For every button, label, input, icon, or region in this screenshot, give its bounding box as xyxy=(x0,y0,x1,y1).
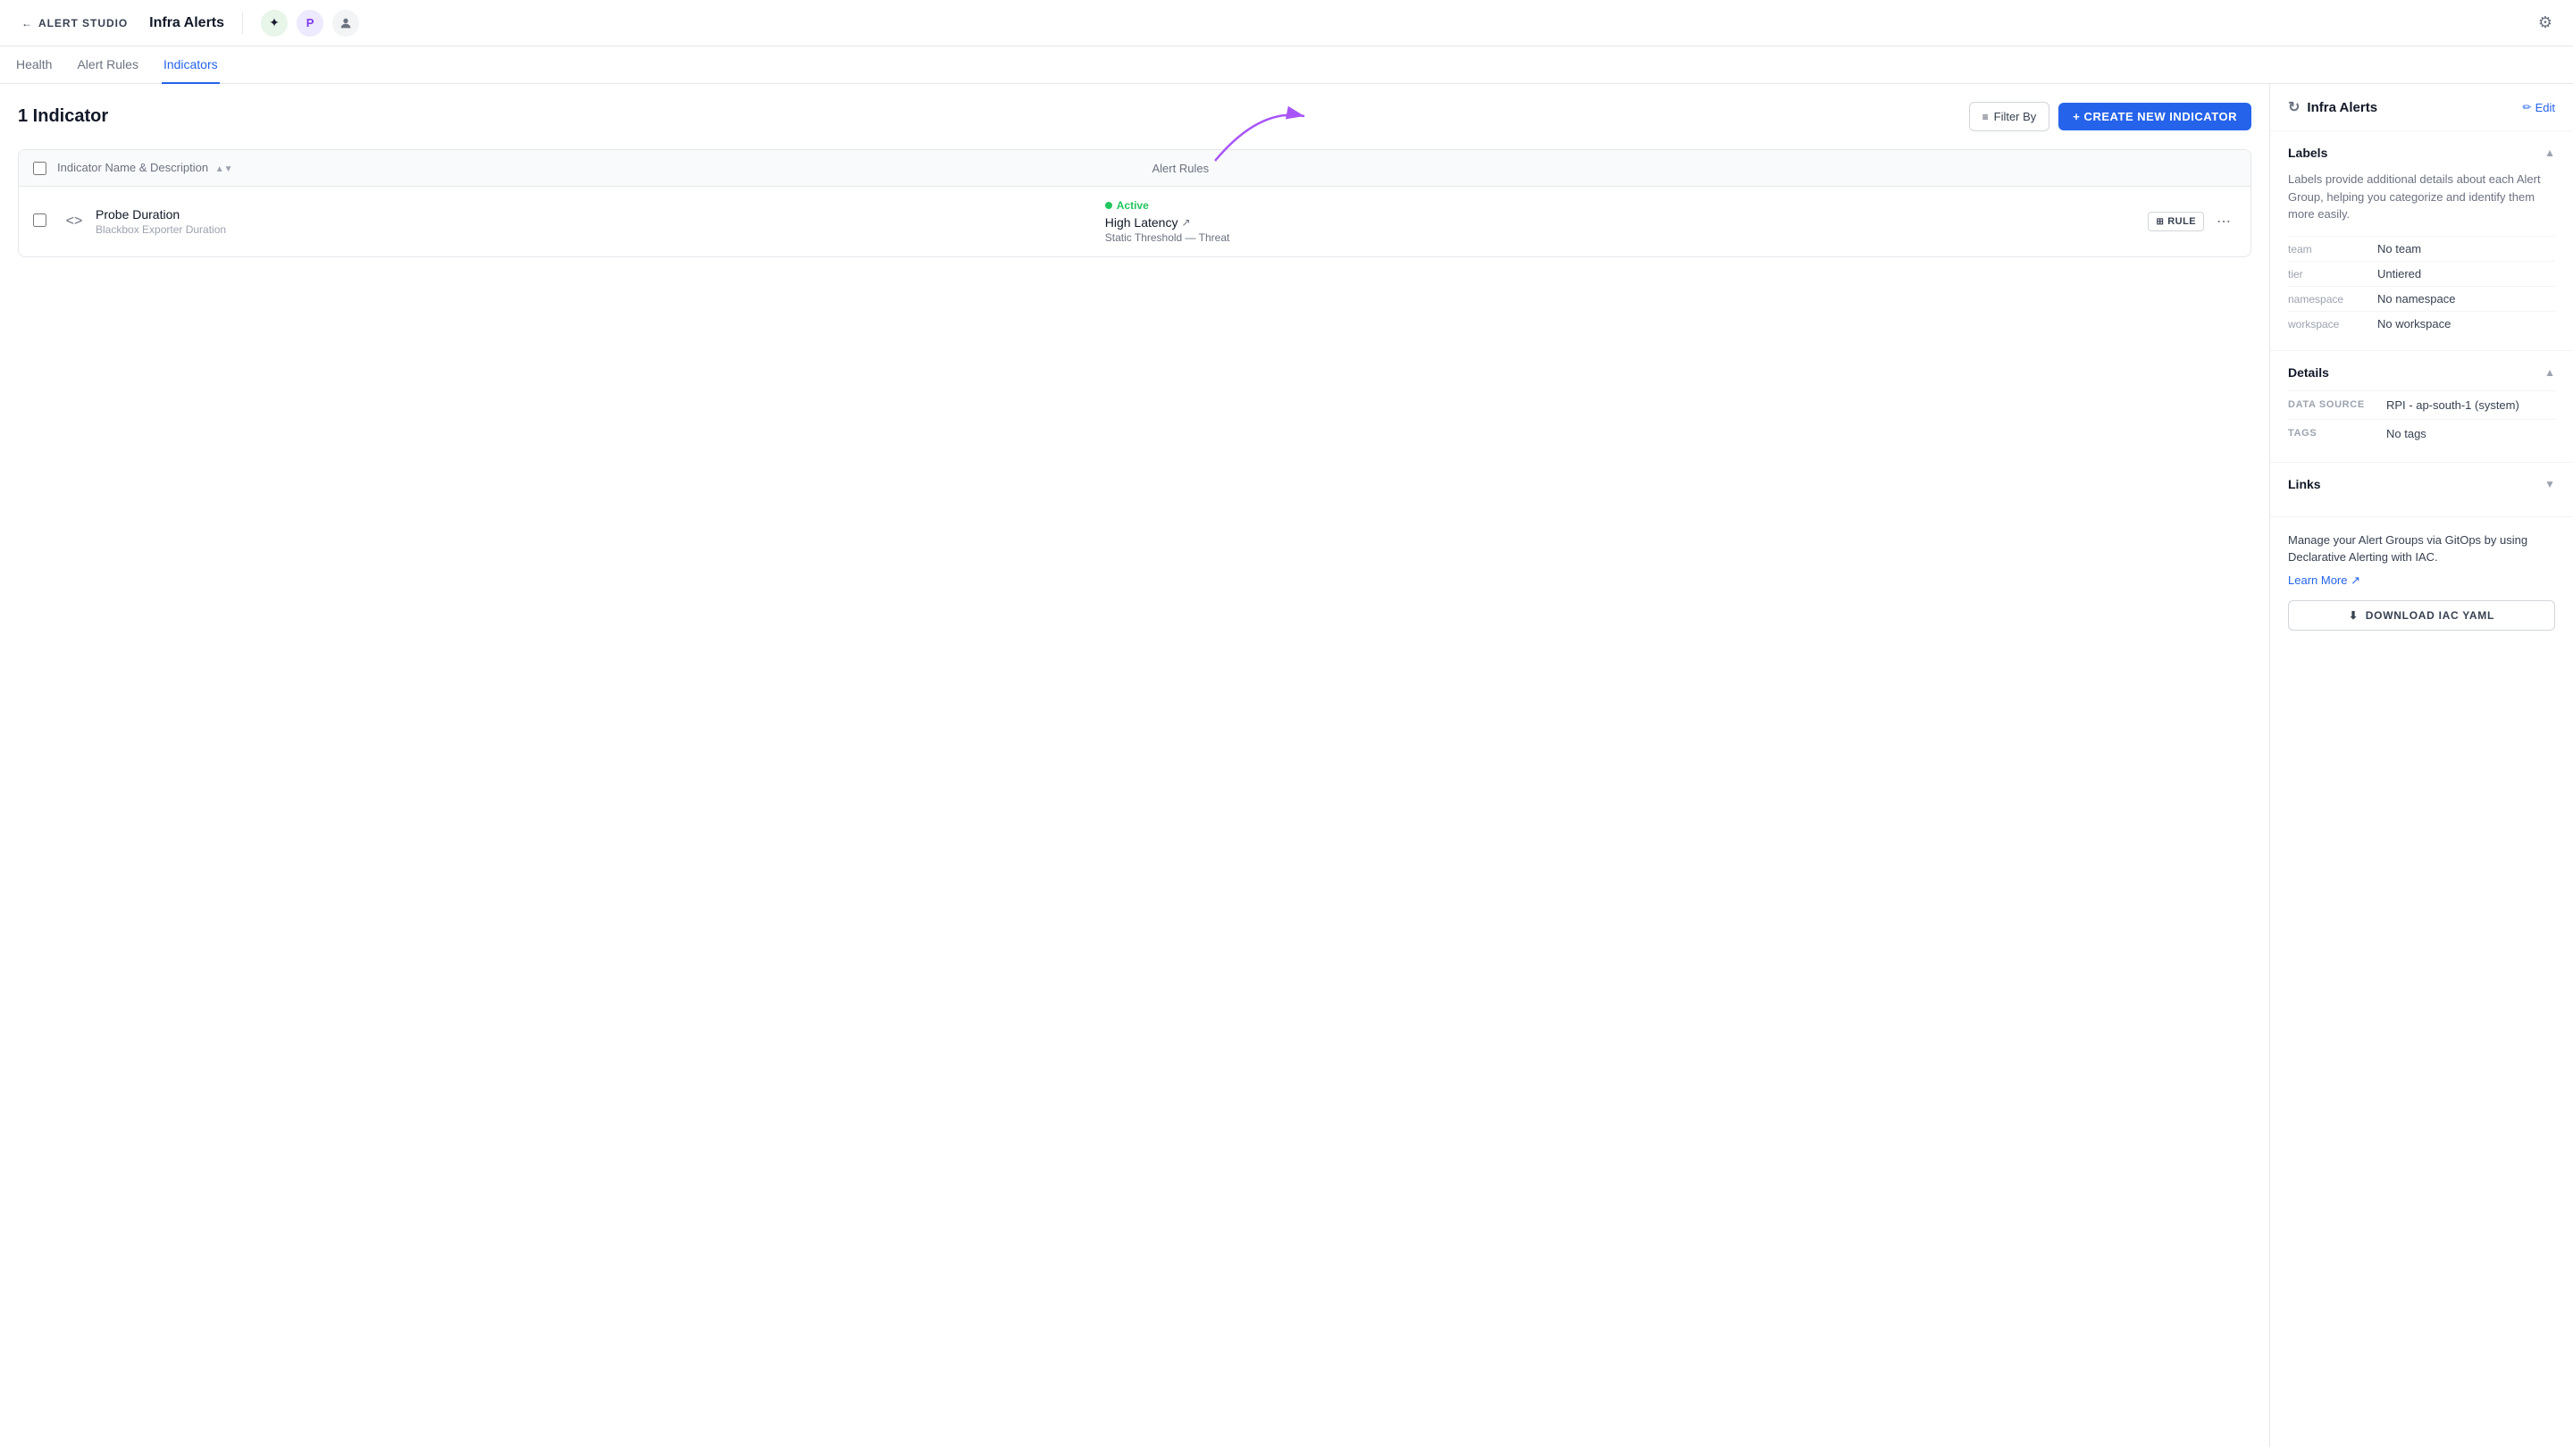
create-label: + CREATE NEW INDICATOR xyxy=(2073,110,2237,123)
label-workspace-val: No workspace xyxy=(2377,317,2555,331)
back-arrow-icon: ← xyxy=(21,17,33,29)
label-namespace-key: namespace xyxy=(2288,292,2377,305)
slack-icon[interactable]: ✦ xyxy=(261,10,288,37)
indicator-code-icon: <> xyxy=(62,209,87,234)
status-text: Active xyxy=(1117,199,1149,212)
details-section: Details ▲ DATA SOURCE RPI - ap-south-1 (… xyxy=(2270,351,2573,463)
panel-header: ↻ Infra Alerts ✏ Edit xyxy=(2270,84,2573,131)
edit-label: Edit xyxy=(2535,101,2555,114)
rule-status: Active xyxy=(1105,199,2138,212)
rule-badge[interactable]: ⊞ RULE xyxy=(2148,212,2204,231)
pagerduty-icon[interactable]: P xyxy=(297,10,323,37)
back-button[interactable]: ← ALERT STUDIO xyxy=(14,13,135,33)
details-section-header: Details ▲ xyxy=(2288,365,2555,380)
select-all-checkbox-area[interactable] xyxy=(33,162,46,175)
label-workspace-key: workspace xyxy=(2288,317,2377,331)
cycle-icon: ↻ xyxy=(2288,98,2300,116)
main-layout: 1 Indicator ≡ Filter By + CREATE NEW IND… xyxy=(0,84,2573,1447)
label-namespace-val: No namespace xyxy=(2377,292,2555,305)
row-checkbox[interactable] xyxy=(33,213,46,227)
filter-label: Filter By xyxy=(1994,110,2037,123)
indicator-description: Blackbox Exporter Duration xyxy=(96,223,1094,236)
labels-title: Labels xyxy=(2288,146,2327,160)
learn-more-label: Learn More ↗ xyxy=(2288,573,2360,588)
labels-section-header: Labels ▲ xyxy=(2288,146,2555,160)
external-link-icon: ↗ xyxy=(1181,216,1190,229)
integration-icons: ✦ P xyxy=(261,10,359,37)
download-label: DOWNLOAD IAC YAML xyxy=(2366,609,2494,622)
table-header: Indicator Name & Description ▲▼ Alert Ru… xyxy=(19,150,2250,187)
top-bar: ← ALERT STUDIO Infra Alerts ✦ P ⚙ xyxy=(0,0,2573,46)
label-team-row: team No team xyxy=(2288,236,2555,261)
main-content: 1 Indicator ≡ Filter By + CREATE NEW IND… xyxy=(0,84,2269,1447)
learn-more-link[interactable]: Learn More ↗ xyxy=(2288,573,2555,588)
links-title: Links xyxy=(2288,477,2321,491)
indicator-cell: <> Probe Duration Blackbox Exporter Dura… xyxy=(62,207,1094,236)
right-panel: ↻ Infra Alerts ✏ Edit Labels ▲ Labels pr… xyxy=(2269,84,2573,1447)
details-title: Details xyxy=(2288,365,2329,380)
indicators-table: Indicator Name & Description ▲▼ Alert Ru… xyxy=(18,149,2251,257)
details-collapse-icon[interactable]: ▲ xyxy=(2544,366,2555,379)
user-icon[interactable] xyxy=(332,10,359,37)
sort-icon[interactable]: ▲▼ xyxy=(215,164,233,175)
panel-title-area: ↻ Infra Alerts xyxy=(2288,98,2377,116)
detail-tags-row: TAGS No tags xyxy=(2288,419,2555,448)
indicator-info: Probe Duration Blackbox Exporter Duratio… xyxy=(96,207,1094,236)
indicator-name[interactable]: Probe Duration xyxy=(96,207,1094,222)
label-tier-val: Untiered xyxy=(2377,267,2555,280)
label-team-key: team xyxy=(2288,242,2377,255)
tab-alert-rules[interactable]: Alert Rules xyxy=(75,46,139,84)
download-icon: ⬇ xyxy=(2349,609,2359,622)
labels-collapse-icon[interactable]: ▲ xyxy=(2544,146,2555,159)
detail-tags-key: TAGS xyxy=(2288,427,2386,439)
detail-datasource-row: DATA SOURCE RPI - ap-south-1 (system) xyxy=(2288,390,2555,419)
back-label: ALERT STUDIO xyxy=(38,17,128,29)
edit-button[interactable]: ✏ Edit xyxy=(2523,101,2555,114)
detail-tags-val: No tags xyxy=(2386,427,2555,440)
label-team-val: No team xyxy=(2377,242,2555,255)
indicator-count: 1 Indicator xyxy=(18,106,108,127)
detail-datasource-val: RPI - ap-south-1 (system) xyxy=(2386,398,2555,412)
rule-name[interactable]: High Latency ↗ xyxy=(1105,215,2138,230)
col-header-name: Indicator Name & Description ▲▼ xyxy=(57,161,1142,175)
select-all-checkbox[interactable] xyxy=(33,162,46,175)
labels-description: Labels provide additional details about … xyxy=(2288,171,2555,223)
content-header: 1 Indicator ≡ Filter By + CREATE NEW IND… xyxy=(18,102,2251,131)
divider xyxy=(242,13,243,34)
gitops-description: Manage your Alert Groups via GitOps by u… xyxy=(2288,531,2555,566)
label-tier-key: tier xyxy=(2288,267,2377,280)
more-options-button[interactable]: ⋯ xyxy=(2211,209,2236,234)
label-namespace-row: namespace No namespace xyxy=(2288,286,2555,311)
panel-title-text: Infra Alerts xyxy=(2307,100,2377,115)
download-iac-button[interactable]: ⬇ DOWNLOAD IAC YAML xyxy=(2288,600,2555,631)
filter-button[interactable]: ≡ Filter By xyxy=(1969,102,2050,131)
gitops-section: Manage your Alert Groups via GitOps by u… xyxy=(2270,517,2573,645)
filter-icon: ≡ xyxy=(1982,111,1989,123)
label-workspace-row: workspace No workspace xyxy=(2288,311,2555,336)
col-header-rules: Alert Rules xyxy=(1152,162,2237,175)
tab-health[interactable]: Health xyxy=(14,46,54,84)
tab-indicators[interactable]: Indicators xyxy=(162,46,220,84)
page-title: Infra Alerts xyxy=(149,15,224,31)
edit-pencil-icon: ✏ xyxy=(2523,101,2532,113)
header-actions: ≡ Filter By + CREATE NEW INDICATOR xyxy=(1969,102,2251,131)
label-tier-row: tier Untiered xyxy=(2288,261,2555,286)
links-section-header: Links ▼ xyxy=(2288,477,2555,491)
detail-datasource-key: DATA SOURCE xyxy=(2288,398,2386,410)
settings-icon[interactable]: ⚙ xyxy=(2532,10,2559,37)
row-actions: ⊞ RULE ⋯ xyxy=(2148,209,2236,234)
table-row: <> Probe Duration Blackbox Exporter Dura… xyxy=(19,187,2250,256)
links-section: Links ▼ xyxy=(2270,463,2573,517)
row-checkbox-area[interactable] xyxy=(33,213,51,230)
labels-section: Labels ▲ Labels provide additional detai… xyxy=(2270,131,2573,351)
links-expand-icon[interactable]: ▼ xyxy=(2544,478,2555,490)
rule-badge-icon: ⊞ xyxy=(2156,217,2164,227)
rule-type: Static Threshold — Threat xyxy=(1105,231,2138,244)
create-indicator-button[interactable]: + CREATE NEW INDICATOR xyxy=(2058,103,2251,130)
rule-cell: Active High Latency ↗ Static Threshold —… xyxy=(1105,199,2138,244)
nav-tabs: Health Alert Rules Indicators xyxy=(0,46,2573,84)
active-status-dot xyxy=(1105,202,1112,209)
